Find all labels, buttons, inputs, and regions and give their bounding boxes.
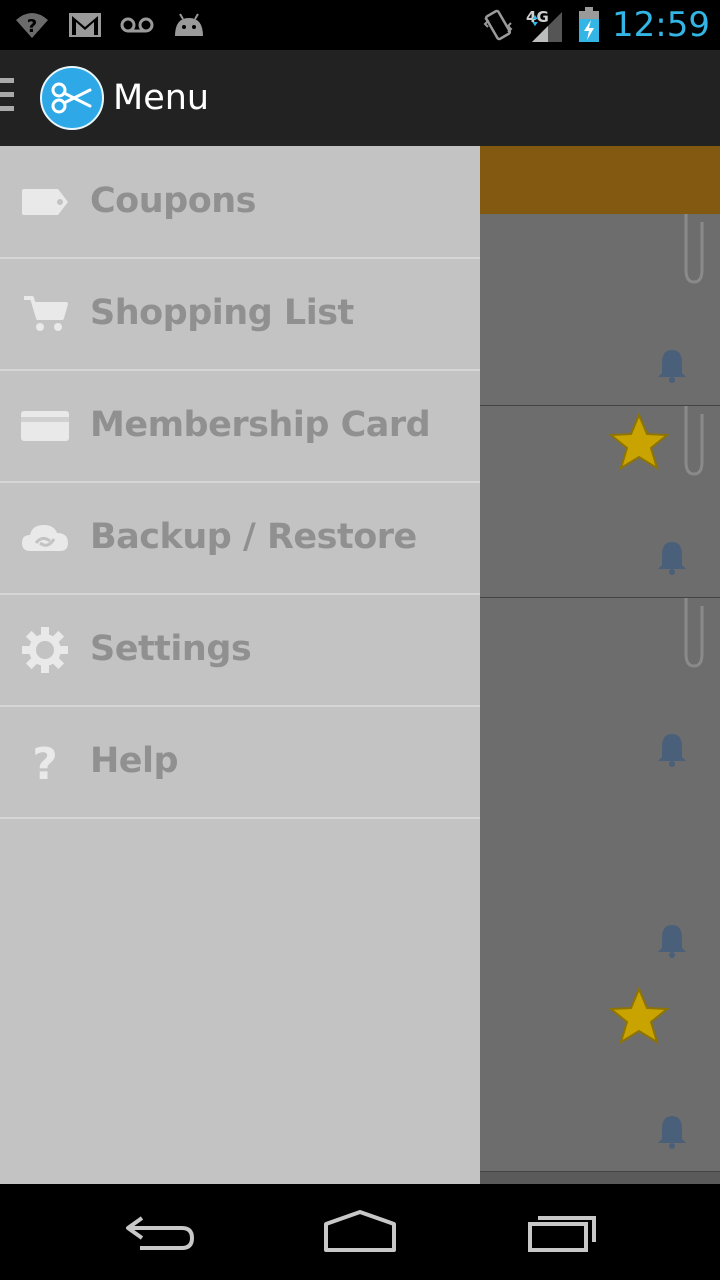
page-title: Menu (113, 78, 210, 118)
banner (480, 146, 720, 214)
recents-icon[interactable] (524, 1206, 600, 1256)
list-item[interactable] (480, 214, 720, 406)
vibrate-icon (483, 9, 513, 41)
cart-icon (20, 289, 70, 339)
drawer-indicator-icon[interactable] (0, 78, 14, 120)
card-icon (20, 401, 70, 451)
bell-icon[interactable] (656, 731, 688, 767)
drawer-item-help[interactable]: ? Help (0, 706, 480, 819)
help-icon: ? (20, 737, 70, 787)
drawer-item-shopping-list[interactable]: Shopping List (0, 258, 480, 371)
bell-icon[interactable] (656, 347, 688, 383)
content-list-dimmed (480, 146, 720, 1184)
scissors-icon (51, 82, 92, 114)
star-icon[interactable] (608, 412, 670, 472)
cloud-sync-icon (20, 513, 70, 563)
drawer-item-label: Membership Card (90, 405, 431, 445)
voicemail-icon (120, 17, 154, 33)
wifi-unknown-icon: ? (16, 13, 48, 38)
paperclip-icon (684, 598, 704, 668)
action-bar: Menu (0, 50, 720, 146)
drawer-item-label: Help (90, 741, 179, 781)
app-logo[interactable] (40, 66, 104, 130)
back-icon[interactable] (122, 1206, 198, 1256)
paperclip-icon (684, 214, 704, 284)
svg-text:?: ? (27, 16, 37, 37)
drawer-item-settings[interactable]: Settings (0, 594, 480, 707)
star-icon[interactable] (608, 986, 670, 1046)
navigation-drawer: Coupons Shopping List Membership Card Ba… (0, 146, 480, 1184)
android-debug-icon (175, 13, 203, 36)
system-icons: 4G 12:59 (482, 0, 710, 50)
bell-icon[interactable] (656, 539, 688, 575)
signal-icon: 4G (526, 0, 566, 50)
tag-icon (20, 177, 70, 227)
list-item[interactable] (480, 789, 720, 981)
drawer-item-membership-card[interactable]: Membership Card (0, 370, 480, 483)
svg-text:?: ? (32, 739, 58, 787)
drawer-item-backup-restore[interactable]: Backup / Restore (0, 482, 480, 595)
battery-charging-icon (579, 7, 600, 42)
status-bar: ? 4G 12:59 (0, 0, 720, 50)
drawer-item-coupons[interactable]: Coupons (0, 146, 480, 259)
notification-icons: ? (14, 8, 206, 42)
drawer-item-label: Shopping List (90, 293, 354, 333)
drawer-item-label: Backup / Restore (90, 517, 417, 557)
list-item[interactable] (480, 406, 720, 598)
paperclip-icon (684, 406, 704, 476)
home-icon[interactable] (322, 1206, 398, 1256)
clock: 12:59 (612, 5, 710, 45)
list-item[interactable] (480, 598, 720, 790)
system-navigation-bar (0, 1184, 720, 1280)
drawer-item-label: Settings (90, 629, 252, 669)
bell-icon[interactable] (656, 922, 688, 958)
bell-icon[interactable] (656, 1113, 688, 1149)
gear-icon (20, 625, 70, 675)
drawer-item-label: Coupons (90, 181, 257, 221)
gmail-icon (69, 13, 101, 37)
list-item[interactable] (480, 980, 720, 1172)
